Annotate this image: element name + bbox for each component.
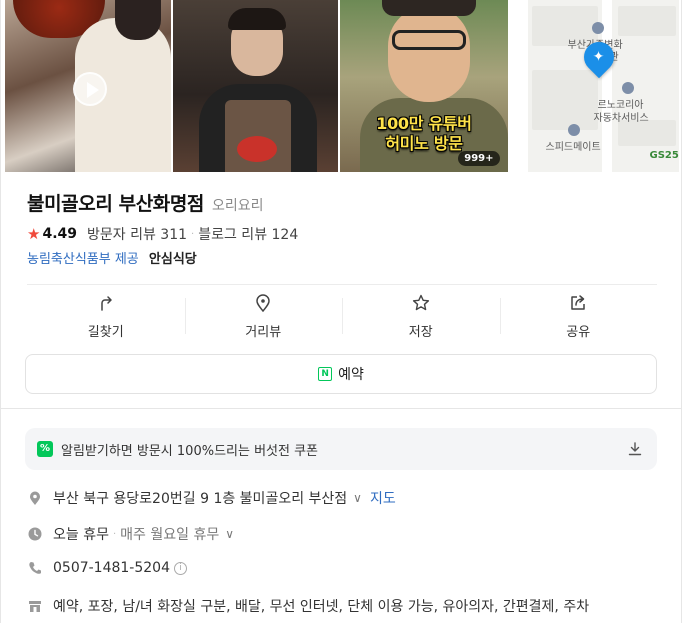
place-name: 불미골오리 부산화명점 (27, 193, 205, 215)
phone-icon (29, 562, 41, 574)
share-icon (571, 294, 585, 310)
open-status: 오늘 휴무 (53, 527, 109, 543)
clock-icon (28, 527, 42, 541)
photo-video-thumbnail[interactable] (5, 0, 171, 172)
naver-reserve-icon: N (318, 367, 333, 381)
phone-row: 0507-1481-5204 i (27, 560, 187, 576)
map-link[interactable]: 지도 (370, 488, 396, 508)
street-view-button[interactable]: 거리뷰 (184, 284, 343, 348)
place-panel: 100만 유튜버 허미노 방문 999+ 부산가족변화 관 ✦ 르노코리아 자동… (0, 0, 682, 623)
restaurant-icon: ✦ (592, 49, 605, 65)
directions-button[interactable]: 길찾기 (27, 284, 185, 348)
street-view-label: 거리뷰 (245, 324, 282, 340)
chevron-down-icon[interactable]: ∨ (225, 527, 234, 541)
download-icon[interactable] (627, 441, 643, 457)
coupon-text: 알림받기하면 방문시 100%드리는 버섯전 쿠폰 (61, 443, 319, 459)
star-icon: ★ (27, 225, 41, 243)
title-row: 불미골오리 부산화명점 오리요리 (27, 189, 264, 216)
phone-number[interactable]: 0507-1481-5204 (53, 560, 170, 576)
section-divider (1, 408, 682, 409)
address-row: 부산 북구 용당로20번길 9 1층 불미골오리 부산점 ∨ 지도 (27, 488, 396, 508)
map-thumbnail[interactable]: 부산가족변화 관 ✦ 르노코리아 자동차서비스 스피드메이트 GS25 (509, 0, 679, 172)
coupon-banner[interactable]: % 알림받기하면 방문시 100%드리는 버섯전 쿠폰 (25, 428, 657, 470)
reserve-button[interactable]: N 예약 (25, 354, 657, 394)
safe-restaurant-badge: 안심식당 (148, 252, 197, 267)
provider-row: 농림축산식품부 제공 안심식당 (27, 248, 197, 267)
action-bar: 길찾기 거리뷰 저장 공유 (27, 284, 657, 348)
store-icon (29, 601, 41, 612)
map-poi-icon (567, 124, 580, 136)
provider-link[interactable]: 농림축산식품부 제공 (27, 252, 139, 267)
amenities-text: 예약, 포장, 남/녀 화장실 구분, 배달, 무선 인터넷, 단체 이용 가능… (53, 599, 590, 615)
photo-youtuber[interactable]: 100만 유튜버 허미노 방문 999+ (340, 0, 508, 172)
coupon-icon: % (37, 441, 53, 457)
hours-row[interactable]: 오늘 휴무 · 매주 월요일 휴무 ∨ (27, 524, 234, 544)
map-label: GS25 (649, 150, 679, 161)
amenities-row: 예약, 포장, 남/녀 화장실 구분, 배달, 무선 인터넷, 단체 이용 가능… (27, 596, 589, 616)
info-icon[interactable]: i (174, 561, 187, 575)
separator-dot: · (112, 528, 117, 540)
share-button[interactable]: 공유 (499, 284, 658, 348)
map-poi-icon (621, 82, 634, 94)
save-button[interactable]: 저장 (342, 284, 500, 348)
review-stats: ★ 4.49 방문자 리뷰 311 · 블로그 리뷰 124 (27, 224, 298, 244)
play-icon[interactable] (73, 72, 107, 106)
chevron-down-icon[interactable]: ∨ (353, 491, 362, 505)
address-text: 부산 북구 용당로20번길 9 1층 불미골오리 부산점 (53, 491, 348, 507)
blog-reviews-link[interactable]: 블로그 리뷰 124 (198, 224, 298, 244)
location-pin-icon (256, 293, 271, 312)
rating-value: 4.49 (42, 226, 77, 242)
save-label: 저장 (408, 324, 433, 340)
map-label: 자동차서비스 (593, 113, 649, 124)
photo-chef[interactable] (172, 0, 338, 172)
photo-strip: 100만 유튜버 허미노 방문 999+ 부산가족변화 관 ✦ 르노코리아 자동… (5, 0, 679, 172)
photo-count-badge: 999+ (458, 151, 500, 166)
directions-label: 길찾기 (87, 324, 124, 340)
place-category: 오리요리 (212, 198, 264, 214)
map-marker-icon (30, 491, 40, 505)
directions-icon (101, 295, 112, 311)
share-label: 공유 (566, 324, 591, 340)
reserve-label: 예약 (338, 367, 364, 383)
star-outline-icon (412, 294, 429, 310)
map-label: 스피드메이트 (545, 142, 601, 153)
visitor-reviews-link[interactable]: 방문자 리뷰 311 (87, 224, 187, 244)
separator-dot: · (191, 228, 195, 240)
hours-note: 매주 월요일 휴무 (120, 527, 220, 543)
map-poi-icon (591, 22, 604, 34)
